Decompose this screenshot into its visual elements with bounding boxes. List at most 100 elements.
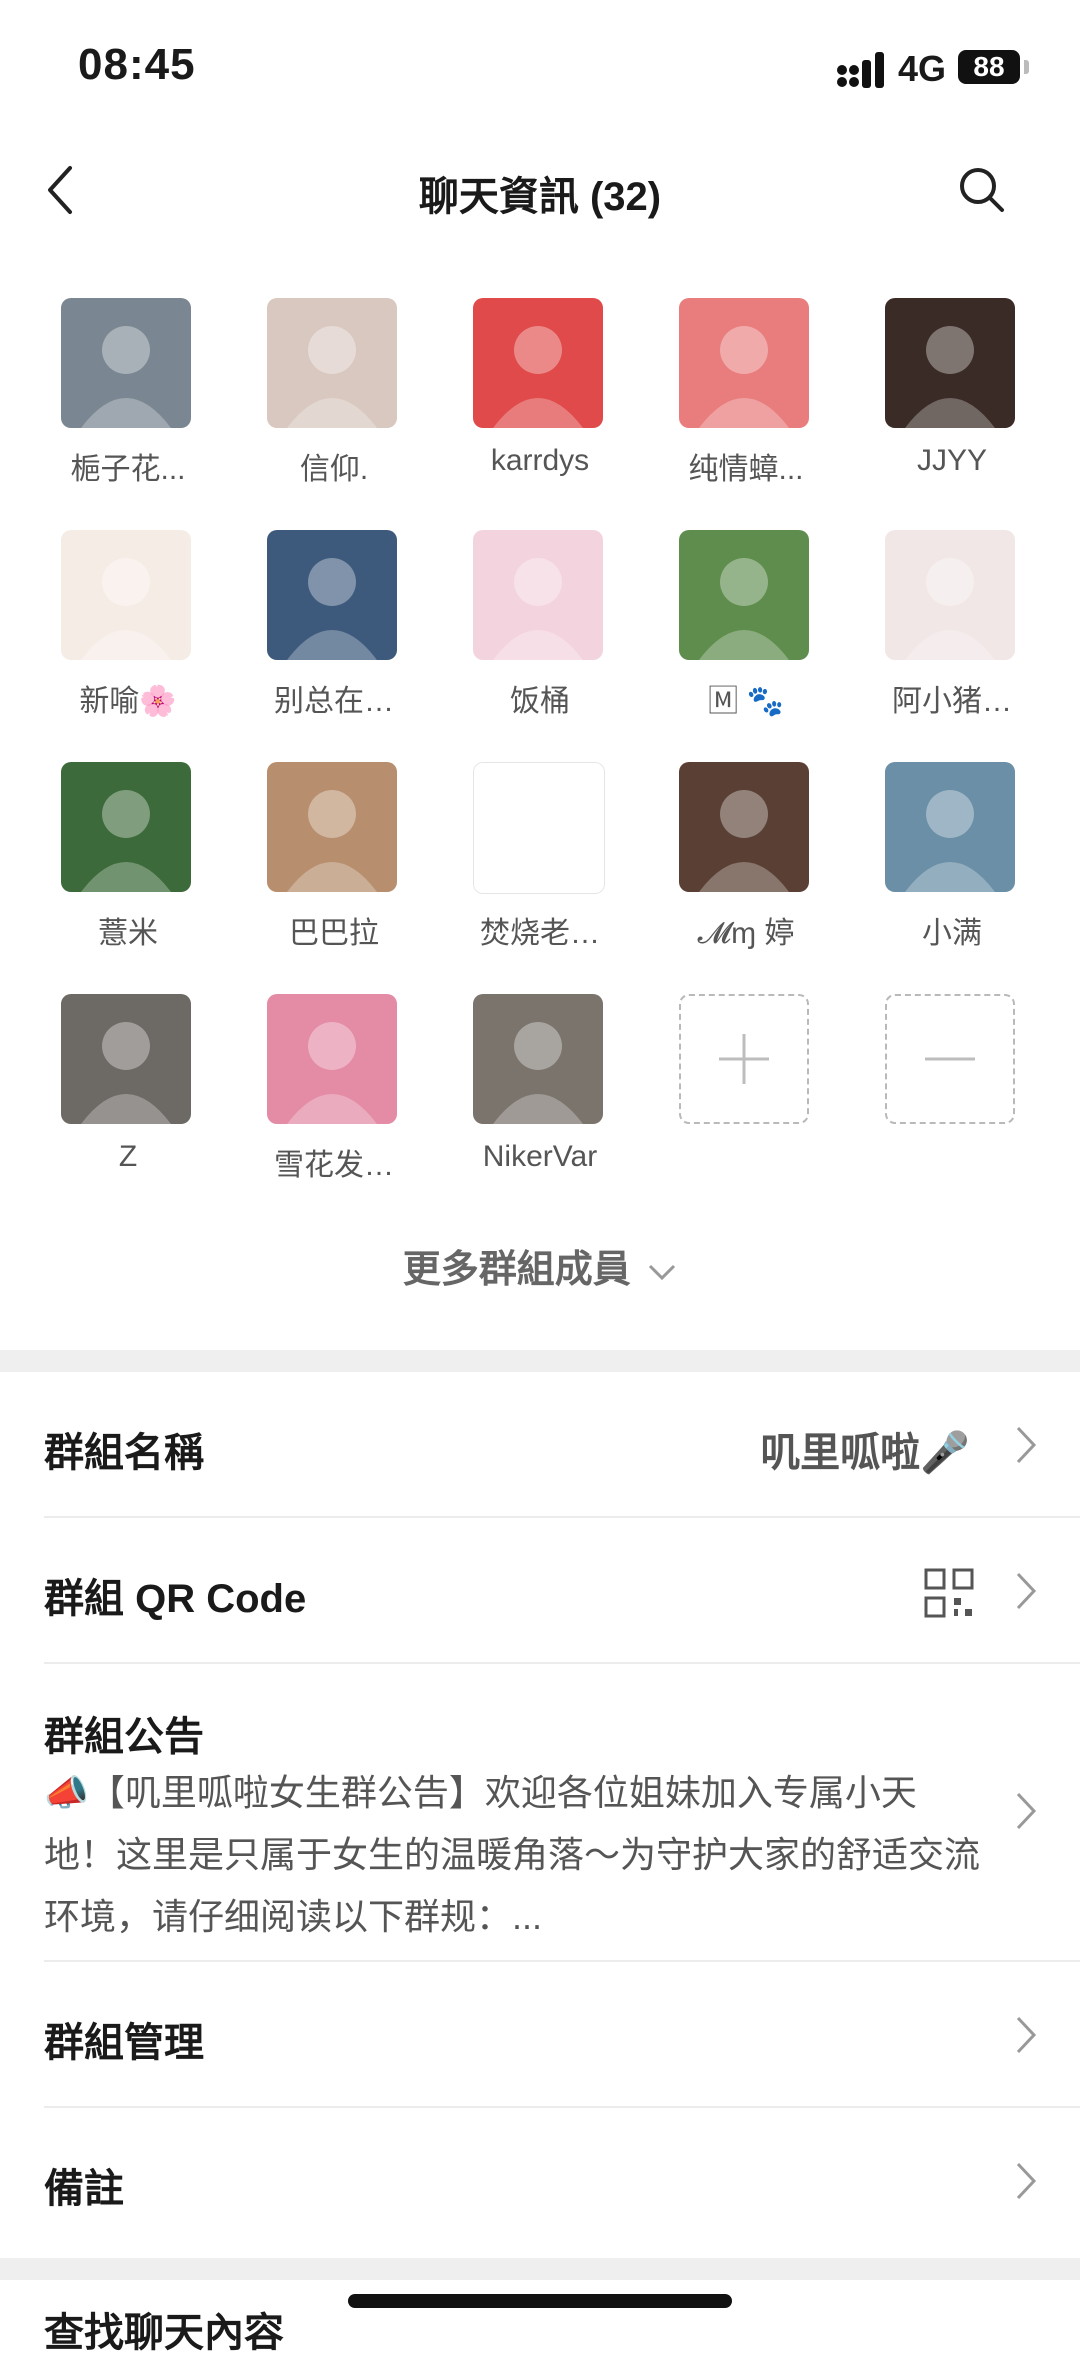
member-item[interactable]: 梔子花... xyxy=(28,294,228,494)
member-item[interactable]: karrdys xyxy=(440,294,640,494)
group-qr-label: 群組 QR Code xyxy=(44,1577,307,1621)
member-avatar xyxy=(61,762,191,892)
member-avatar xyxy=(267,298,397,428)
home-indicator[interactable] xyxy=(348,2294,732,2308)
avatar-image xyxy=(885,762,1015,892)
chevron-right-icon xyxy=(1016,1426,1037,1464)
member-avatar xyxy=(679,530,809,660)
group-notice-row[interactable]: 群組公告 📣【叽里呱啦女生群公告】欢迎各位姐妹加入专属小天地！这里是只属于女生的… xyxy=(44,1664,1080,1962)
remove-member-button[interactable] xyxy=(852,990,1052,1190)
member-item[interactable]: Z xyxy=(28,990,228,1190)
member-item[interactable]: 𝓜ɱ 婷 xyxy=(646,758,846,958)
network-type: 4G xyxy=(898,48,947,89)
chevron-right-icon xyxy=(1016,2162,1037,2200)
member-avatar xyxy=(473,762,605,894)
avatar-image xyxy=(885,530,1015,660)
group-qr-row[interactable]: 群組 QR Code xyxy=(44,1518,1080,1664)
member-item[interactable]: JJYY xyxy=(852,294,1052,494)
battery-cap xyxy=(1024,60,1029,74)
member-item[interactable]: 信仰. xyxy=(234,294,434,494)
member-name: 🄼 🐾 xyxy=(708,685,784,718)
battery-level: 88 xyxy=(958,50,1020,84)
chevron-right-icon xyxy=(1016,2016,1037,2054)
member-name: 焚烧老… xyxy=(480,917,600,950)
member-avatar xyxy=(267,762,397,892)
add-member-button[interactable] xyxy=(646,990,846,1190)
member-item[interactable]: 🄼 🐾 xyxy=(646,526,846,726)
search-chat-row-label[interactable]: 查找聊天內容 xyxy=(44,2300,284,2358)
status-bar: 08:45 4G 88 xyxy=(0,0,1080,130)
avatar-image xyxy=(61,530,191,660)
remark-row[interactable]: 備註 xyxy=(44,2108,1080,2256)
member-name: 信仰. xyxy=(299,453,369,486)
member-name: 别总在… xyxy=(274,685,394,718)
more-members-button[interactable]: 更多群組成員 xyxy=(0,1238,1080,1293)
avatar-image xyxy=(267,298,397,428)
chevron-right-icon xyxy=(1016,1572,1037,1610)
member-item[interactable]: 新喻🌸 xyxy=(28,526,228,726)
member-name: NikerVar xyxy=(482,1140,598,1173)
member-item[interactable]: 巴巴拉 xyxy=(234,758,434,958)
member-avatar xyxy=(885,298,1015,428)
member-item[interactable]: 纯情蟑... xyxy=(646,294,846,494)
member-avatar xyxy=(679,298,809,428)
avatar-image xyxy=(61,994,191,1124)
member-name: 薏米 xyxy=(98,917,158,950)
avatar-image xyxy=(474,763,604,893)
member-name: Z xyxy=(118,1140,138,1173)
member-avatar xyxy=(885,530,1015,660)
member-avatar xyxy=(885,762,1015,892)
avatar-image xyxy=(267,530,397,660)
member-item[interactable]: 雪花发… xyxy=(234,990,434,1190)
member-name: JJYY xyxy=(916,444,988,477)
member-item[interactable]: 阿小猪… xyxy=(852,526,1052,726)
group-manage-label: 群組管理 xyxy=(44,2021,204,2065)
avatar-image xyxy=(473,298,603,428)
member-name: 纯情蟑... xyxy=(688,453,804,486)
member-name: 雪花发… xyxy=(274,1149,394,1182)
member-avatar xyxy=(267,994,397,1124)
more-members-label: 更多群組成員 xyxy=(402,1249,631,1291)
member-item[interactable]: NikerVar xyxy=(440,990,640,1190)
avatar-image xyxy=(267,762,397,892)
search-icon[interactable] xyxy=(956,164,1008,216)
member-item[interactable]: 薏米 xyxy=(28,758,228,958)
member-name: karrdys xyxy=(490,444,590,477)
chevron-down-icon xyxy=(649,1264,676,1281)
avatar-image xyxy=(679,298,809,428)
group-name-value: 叽里呱啦🎤 xyxy=(760,1431,970,1475)
member-name: 𝓜ɱ 婷 xyxy=(697,917,795,950)
member-item[interactable]: 别总在… xyxy=(234,526,434,726)
group-name-label: 群組名稱 xyxy=(44,1431,204,1475)
member-name: 阿小猪… xyxy=(892,685,1012,718)
avatar-image xyxy=(61,298,191,428)
page-title: 聊天資訊 (32) xyxy=(418,175,662,219)
member-avatar xyxy=(473,994,603,1124)
member-item[interactable]: 焚烧老… xyxy=(440,758,640,958)
nav-bar: 聊天資訊 (32) xyxy=(0,140,1080,240)
group-name-row[interactable]: 群組名稱 叽里呱啦🎤 xyxy=(44,1372,1080,1518)
remark-label: 備註 xyxy=(44,2167,124,2211)
group-notice-text: 📣【叽里呱啦女生群公告】欢迎各位姐妹加入专属小天地！这里是只属于女生的温暖角落～… xyxy=(44,1772,981,1937)
member-avatar xyxy=(473,530,603,660)
member-item[interactable]: 小满 xyxy=(852,758,1052,958)
member-avatar xyxy=(61,298,191,428)
member-avatar xyxy=(61,530,191,660)
avatar-image xyxy=(679,762,809,892)
group-manage-row[interactable]: 群組管理 xyxy=(44,1962,1080,2108)
avatar-image xyxy=(61,762,191,892)
member-avatar xyxy=(267,530,397,660)
avatar-image xyxy=(473,994,603,1124)
group-notice-label: 群組公告 xyxy=(44,1715,204,1759)
status-time: 08:45 xyxy=(78,40,196,89)
member-name: 新喻🌸 xyxy=(79,685,177,718)
member-avatar xyxy=(679,762,809,892)
member-item[interactable]: 饭桶 xyxy=(440,526,640,726)
avatar-image xyxy=(473,530,603,660)
section-divider xyxy=(0,1350,1080,1372)
minus-icon xyxy=(885,994,1015,1124)
avatar-image xyxy=(267,994,397,1124)
member-name: 饭桶 xyxy=(510,685,570,718)
signal-icon xyxy=(837,52,884,88)
member-name: 梔子花... xyxy=(70,453,186,486)
